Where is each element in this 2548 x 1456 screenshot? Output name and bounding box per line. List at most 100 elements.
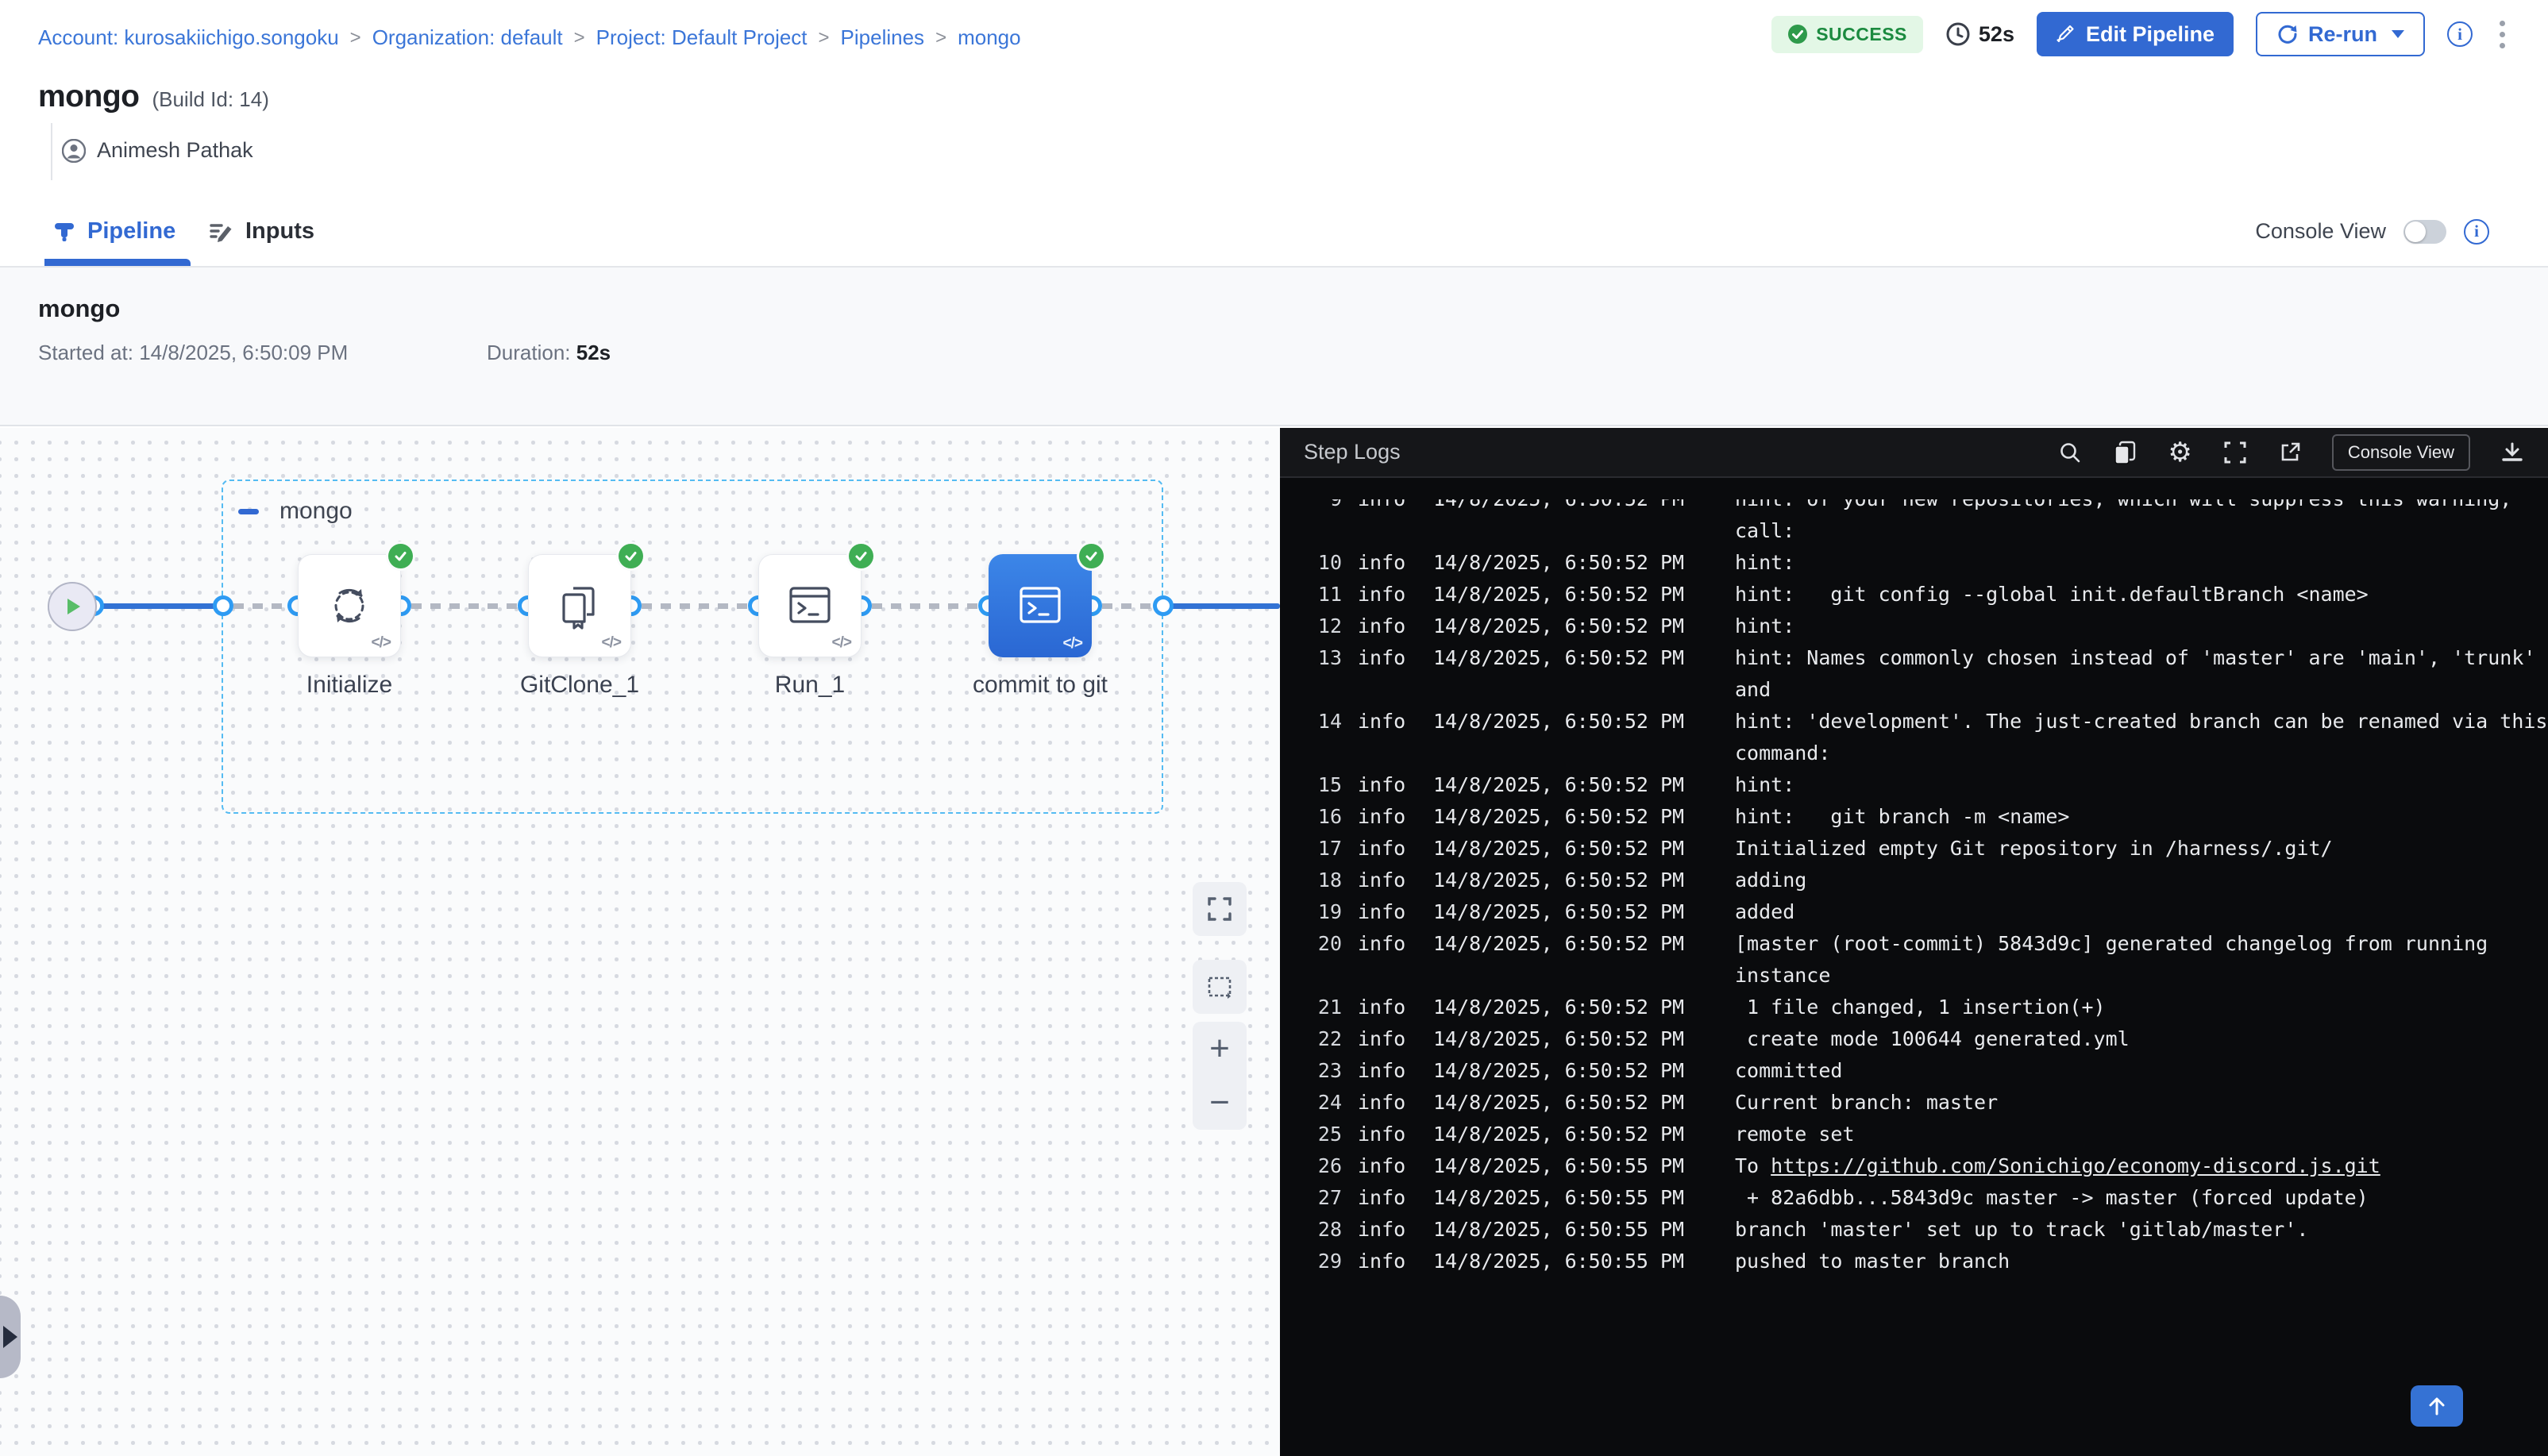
yaml-code-icon: </> [832, 634, 851, 652]
page-title-row: mongo (Build Id: 14) [38, 79, 269, 114]
tab-inputs[interactable]: Inputs [209, 197, 314, 266]
scroll-to-top-button[interactable] [2411, 1385, 2463, 1427]
collapse-stage-icon[interactable] [238, 509, 259, 514]
connector-dashed-line [642, 603, 748, 609]
copy-icon[interactable] [2112, 439, 2137, 466]
header-actions: SUCCESS 52s Edit Pipeline Re-run [1771, 11, 2510, 57]
marquee-select-icon [1193, 960, 1247, 1014]
log-message: committed [1735, 1059, 1842, 1082]
stage-label: mongo [238, 498, 353, 525]
log-message: hint: of your new repositories, which wi… [1735, 499, 2511, 510]
inputs-edit-icon [209, 219, 234, 245]
log-message: [master (root-commit) 5843d9c] generated… [1735, 932, 2488, 955]
console-view-button[interactable]: Console View [2332, 434, 2470, 471]
step-success-icon [1079, 544, 1104, 568]
log-row: 29info14/8/2025, 6:50:55 PMpushed to mas… [1280, 1246, 2548, 1277]
rerun-button[interactable]: Re-run [2256, 12, 2425, 56]
yaml-code-icon: </> [372, 634, 391, 652]
open-in-new-icon[interactable] [2278, 441, 2302, 464]
log-row: 13info14/8/2025, 6:50:52 PMhint: Names c… [1280, 642, 2548, 674]
zoom-in-button[interactable]: + [1193, 1022, 1247, 1076]
log-message: and [1735, 678, 1771, 701]
status-badge: SUCCESS [1771, 16, 1923, 53]
tab-pipeline[interactable]: Pipeline [52, 197, 175, 266]
log-row: 10info14/8/2025, 6:50:52 PMhint: [1280, 547, 2548, 579]
log-row: 11info14/8/2025, 6:50:52 PMhint: git con… [1280, 579, 2548, 611]
canvas-zoom-controls: + − [1193, 1022, 1247, 1130]
pipeline-node-run_1[interactable]: </> [758, 554, 862, 657]
console-view-info-icon[interactable]: i [2464, 219, 2489, 245]
log-message: added [1735, 900, 1794, 923]
arrow-up-icon [2426, 1395, 2448, 1417]
breadcrumb-separator: > [574, 27, 585, 49]
log-message: hint: git branch -m <name> [1735, 805, 2069, 828]
log-row: 26info14/8/2025, 6:50:55 PMTo https://gi… [1280, 1150, 2548, 1182]
log-row: command: [1280, 738, 2548, 769]
canvas-expand-button[interactable] [1193, 882, 1247, 936]
pipeline-node-commit-to-git[interactable]: </> [989, 554, 1092, 657]
node-label: Initialize [254, 672, 445, 699]
log-message: Initialized empty Git repository in /har… [1735, 837, 2333, 860]
author-row: Animesh Pathak [62, 138, 253, 163]
user-avatar-icon [62, 139, 86, 163]
log-row: 12info14/8/2025, 6:50:52 PMhint: [1280, 611, 2548, 642]
log-message: command: [1735, 741, 1830, 765]
breadcrumb-item[interactable]: Project: Default Project [596, 25, 808, 50]
log-message: remote set [1735, 1123, 1855, 1146]
run-info-icon[interactable]: i [2447, 21, 2473, 47]
tab-pipeline-label: Pipeline [87, 218, 175, 245]
console-view-toggle[interactable] [2403, 220, 2446, 244]
pipeline-start-node[interactable] [48, 582, 97, 631]
page-header: Account: kurosakiichigo.songoku > Organiza… [0, 0, 2548, 197]
started-at: Started at: 14/8/2025, 6:50:09 PM [38, 341, 487, 365]
log-message: create mode 100644 generated.yml [1735, 1027, 2130, 1050]
rerun-label: Re-run [2308, 22, 2377, 47]
search-icon[interactable] [2058, 441, 2082, 464]
build-id: (Build Id: 14) [152, 87, 268, 112]
log-link[interactable]: https://github.com/Sonichigo/economy-dis… [1771, 1154, 2380, 1177]
left-panel-expand-handle[interactable] [0, 1296, 21, 1378]
step-success-icon [619, 544, 643, 568]
zoom-out-button[interactable]: − [1193, 1076, 1247, 1130]
step-logs-header: Step Logs ⚙ Console View [1280, 428, 2548, 478]
download-icon[interactable] [2500, 441, 2524, 464]
gear-icon[interactable]: ⚙ [2168, 439, 2191, 466]
page-title: mongo [38, 79, 139, 114]
step-success-icon [388, 544, 413, 568]
log-message: adding [1735, 869, 1806, 892]
edit-pipeline-button[interactable]: Edit Pipeline [2037, 12, 2234, 56]
chevron-down-icon [2392, 30, 2404, 38]
pipeline-canvas[interactable]: mongo </> Initialize </> GitClone_1 </> … [0, 428, 1280, 1456]
step-success-icon [849, 544, 873, 568]
log-row: 14info14/8/2025, 6:50:52 PMhint: 'develo… [1280, 706, 2548, 738]
breadcrumb-item[interactable]: Organization: default [372, 25, 563, 50]
rerun-refresh-icon [2276, 23, 2299, 45]
tab-inputs-label: Inputs [245, 218, 314, 245]
yaml-code-icon: </> [1063, 635, 1082, 653]
log-message: To https://github.com/Sonichigo/economy-… [1735, 1154, 2380, 1177]
breadcrumb-item[interactable]: Pipelines [841, 25, 925, 50]
node-label: GitClone_1 [484, 672, 675, 699]
pencil-icon [2056, 24, 2076, 44]
breadcrumb-item[interactable]: Account: kurosakiichigo.songoku [38, 25, 339, 50]
log-row: 27info14/8/2025, 6:50:55 PM + 82a6dbb...… [1280, 1182, 2548, 1214]
expand-right-icon [3, 1326, 17, 1348]
connector-dashed-line [411, 603, 518, 609]
pipeline-node-initialize[interactable]: </> [298, 554, 401, 657]
pipeline-node-gitclone_1[interactable]: </> [528, 554, 631, 657]
pipeline-icon [52, 220, 76, 244]
log-message: instance [1735, 964, 1830, 987]
more-options-menu[interactable] [2495, 16, 2510, 53]
status-badge-label: SUCCESS [1816, 24, 1907, 45]
log-message: call: [1735, 519, 1794, 542]
log-row: 17info14/8/2025, 6:50:52 PMInitialized e… [1280, 833, 2548, 865]
canvas-marquee-button[interactable] [1193, 960, 1247, 1014]
log-row: 21info14/8/2025, 6:50:52 PM 1 file chang… [1280, 992, 2548, 1023]
fullscreen-icon[interactable] [2222, 440, 2248, 465]
node-label: Run_1 [715, 672, 905, 699]
duration-value: 52s [1979, 22, 2014, 47]
log-content[interactable]: 9info14/8/2025, 6:50:52 PMhint: of your … [1280, 499, 2548, 1456]
breadcrumb-item[interactable]: mongo [958, 25, 1021, 50]
divider [51, 123, 52, 180]
log-row: 20info14/8/2025, 6:50:52 PM[master (root… [1280, 928, 2548, 960]
